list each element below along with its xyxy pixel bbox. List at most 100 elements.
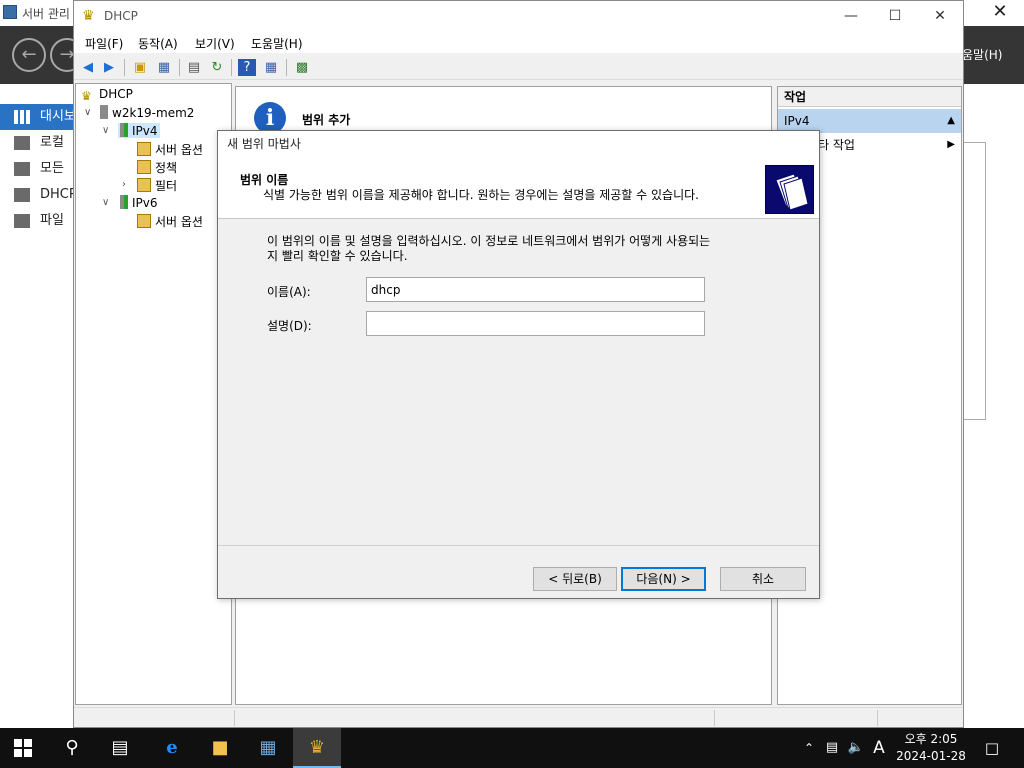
display-statistics-icon[interactable]: ▩ bbox=[293, 59, 311, 76]
maximize-button[interactable]: ☐ bbox=[881, 4, 909, 28]
tree-node-label: 필터 bbox=[155, 179, 178, 193]
wizard-header: 범위 이름 식별 가능한 범위 이름을 제공해야 합니다. 원하는 경우에는 설… bbox=[218, 159, 819, 219]
sidebar-item-label: DHCP bbox=[40, 187, 76, 202]
scope-name-input[interactable] bbox=[366, 277, 705, 302]
back-icon[interactable]: ◀ bbox=[79, 59, 97, 76]
network-icon[interactable]: ▤ bbox=[822, 728, 842, 768]
close-button[interactable]: ✕ bbox=[926, 4, 954, 28]
up-folder-icon[interactable]: ▣ bbox=[131, 59, 149, 76]
search-icon[interactable]: ⚲ bbox=[48, 728, 96, 768]
windows-start-icon[interactable] bbox=[14, 739, 32, 757]
show-hidden-icons-chevron-icon[interactable]: ⌃ bbox=[800, 728, 818, 768]
collapse-chevron-icon[interactable]: ∨ bbox=[84, 107, 91, 118]
name-label: 이름(A): bbox=[267, 285, 311, 299]
wizard-description: 이 범위의 이름 및 설명을 입력하십시오. 이 정보로 네트워크에서 범위가 … bbox=[267, 234, 767, 264]
toolbar-separator bbox=[179, 59, 180, 76]
back-button[interactable]: < 뒤로(B) bbox=[533, 567, 617, 591]
server-manager-close-button[interactable]: ✕ bbox=[990, 2, 1010, 22]
status-separator bbox=[234, 710, 235, 726]
ipv4-icon bbox=[120, 123, 128, 137]
add-scope-title: 범위 추가 bbox=[302, 113, 351, 127]
dhcp-trophy-icon: ♛ bbox=[81, 89, 92, 103]
sidebar-item-file-services[interactable]: 파일 bbox=[0, 208, 76, 234]
system-clock[interactable]: 오후 2:05 2024-01-28 bbox=[890, 731, 972, 765]
file-services-icon bbox=[14, 214, 30, 228]
sidebar-item-label: 파일 bbox=[40, 213, 64, 228]
dhcp-titlebar: ♛ DHCP — ☐ ✕ bbox=[74, 1, 963, 31]
toolbar-separator bbox=[286, 59, 287, 76]
new-scope-wizard-dialog: 새 범위 마법사 범위 이름 식별 가능한 범위 이름을 제공해야 합니다. 원… bbox=[217, 130, 820, 599]
wizard-titlebar: 새 범위 마법사 bbox=[218, 131, 819, 159]
actions-header: 작업 bbox=[778, 87, 961, 107]
clock-time: 오후 2:05 bbox=[904, 732, 958, 746]
description-label: 설명(D): bbox=[267, 319, 312, 333]
sidebar-item-all-servers[interactable]: 모든 bbox=[0, 156, 76, 182]
minimize-button[interactable]: — bbox=[837, 4, 865, 28]
ime-indicator[interactable]: A bbox=[868, 728, 890, 768]
taskbar: ⚲ ▤ e ■ ▦ ♛ ⌃ ▤ 🔈 A 오후 2:05 2024-01-28 □ bbox=[0, 728, 1024, 768]
server-manager-icon bbox=[3, 5, 17, 19]
folder-icon bbox=[137, 214, 151, 228]
status-separator bbox=[714, 710, 715, 726]
more-actions-label: 타 작업 bbox=[818, 138, 855, 152]
action-center-icon[interactable]: □ bbox=[980, 728, 1004, 768]
wizard-title: 새 범위 마법사 bbox=[227, 137, 301, 151]
sidebar-item-label: 대시보드 bbox=[40, 109, 76, 124]
volume-muted-icon[interactable]: 🔈 bbox=[846, 728, 866, 768]
menu-help[interactable]: 도움말(H) bbox=[251, 35, 303, 52]
wizard-page-subtitle: 식별 가능한 범위 이름을 제공해야 합니다. 원하는 경우에는 설명을 제공할… bbox=[263, 188, 699, 202]
help-icon[interactable]: ? bbox=[238, 59, 256, 76]
sidebar-item-dashboard[interactable]: 대시보드 bbox=[0, 104, 76, 130]
dashboard-icon bbox=[14, 110, 30, 124]
tree-node-ipv6-server-options[interactable]: 서버 옵션 bbox=[137, 213, 203, 230]
tree-node-ipv4[interactable]: IPv4 bbox=[118, 123, 160, 138]
help-menu[interactable]: 움말(H) bbox=[962, 46, 1002, 63]
menu-view[interactable]: 보기(V) bbox=[195, 35, 235, 52]
toolbar: ◀ ▶ ▣ ▦ ▤ ↻ ? ▦ ▩ bbox=[74, 55, 963, 80]
tree-node-label: 서버 옵션 bbox=[155, 215, 203, 229]
next-button[interactable]: 다음(N) > bbox=[621, 567, 706, 591]
wizard-footer: < 뒤로(B) 다음(N) > 취소 bbox=[218, 545, 819, 598]
console-tree: ♛ DHCP ∨ w2k19-mem2 ∨ IPv4 서버 옵션 정책 › 필터 … bbox=[75, 83, 232, 705]
submenu-arrow-icon: ▶ bbox=[947, 139, 955, 150]
internet-explorer-icon[interactable]: e bbox=[148, 728, 196, 768]
collapse-chevron-icon[interactable]: ∨ bbox=[102, 197, 109, 208]
tree-node-server-options[interactable]: 서버 옵션 bbox=[137, 141, 203, 158]
wizard-description-line1: 이 범위의 이름 및 설명을 입력하십시오. 이 정보로 네트워크에서 범위가 … bbox=[267, 234, 711, 248]
sidebar-item-label: 로컬 bbox=[40, 135, 64, 150]
file-explorer-icon[interactable]: ■ bbox=[196, 728, 244, 768]
dhcp-window-title: DHCP bbox=[104, 9, 138, 23]
show-hide-tree-icon[interactable]: ▦ bbox=[155, 59, 173, 76]
collapse-chevron-icon[interactable]: ∨ bbox=[102, 125, 109, 136]
menu-bar: 파일(F) 동작(A) 보기(V) 도움말(H) bbox=[74, 31, 963, 53]
collapse-triangle-icon[interactable]: ▲ bbox=[947, 109, 955, 133]
dhcp-icon bbox=[14, 188, 30, 202]
wizard-body: 이 범위의 이름 및 설명을 입력하십시오. 이 정보로 네트워크에서 범위가 … bbox=[218, 220, 819, 546]
cancel-button[interactable]: 취소 bbox=[720, 567, 806, 591]
forward-icon[interactable]: ▶ bbox=[100, 59, 118, 76]
back-arrow-icon[interactable]: ← bbox=[12, 38, 46, 72]
server-icon bbox=[100, 105, 108, 119]
task-view-icon[interactable]: ▤ bbox=[96, 728, 144, 768]
server-manager-taskbar-icon[interactable]: ▦ bbox=[244, 728, 292, 768]
tree-node-filters[interactable]: 필터 bbox=[137, 177, 177, 194]
folder-icon bbox=[137, 160, 151, 174]
menu-file[interactable]: 파일(F) bbox=[85, 35, 123, 52]
tree-node-dhcp[interactable]: ♛ DHCP bbox=[81, 87, 133, 103]
tree-node-server[interactable]: w2k19-mem2 bbox=[100, 105, 194, 120]
refresh-icon[interactable]: ↻ bbox=[208, 59, 226, 76]
menu-action[interactable]: 동작(A) bbox=[138, 35, 178, 52]
sidebar-item-label: 모든 bbox=[40, 161, 64, 176]
properties-icon[interactable]: ▤ bbox=[185, 59, 203, 76]
dhcp-taskbar-icon[interactable]: ♛ bbox=[293, 728, 341, 768]
tree-node-ipv6[interactable]: IPv6 bbox=[120, 195, 158, 210]
sidebar-item-dhcp[interactable]: DHCP bbox=[0, 182, 76, 208]
tree-node-policies[interactable]: 정책 bbox=[137, 159, 177, 176]
scope-description-input[interactable] bbox=[366, 311, 705, 336]
sidebar-item-local-server[interactable]: 로컬 bbox=[0, 130, 76, 156]
toolbar-separator bbox=[231, 59, 232, 76]
tree-node-label: IPv4 bbox=[132, 124, 158, 138]
servers-icon bbox=[14, 162, 30, 176]
expand-chevron-icon[interactable]: › bbox=[122, 179, 126, 190]
show-action-pane-icon[interactable]: ▦ bbox=[262, 59, 280, 76]
